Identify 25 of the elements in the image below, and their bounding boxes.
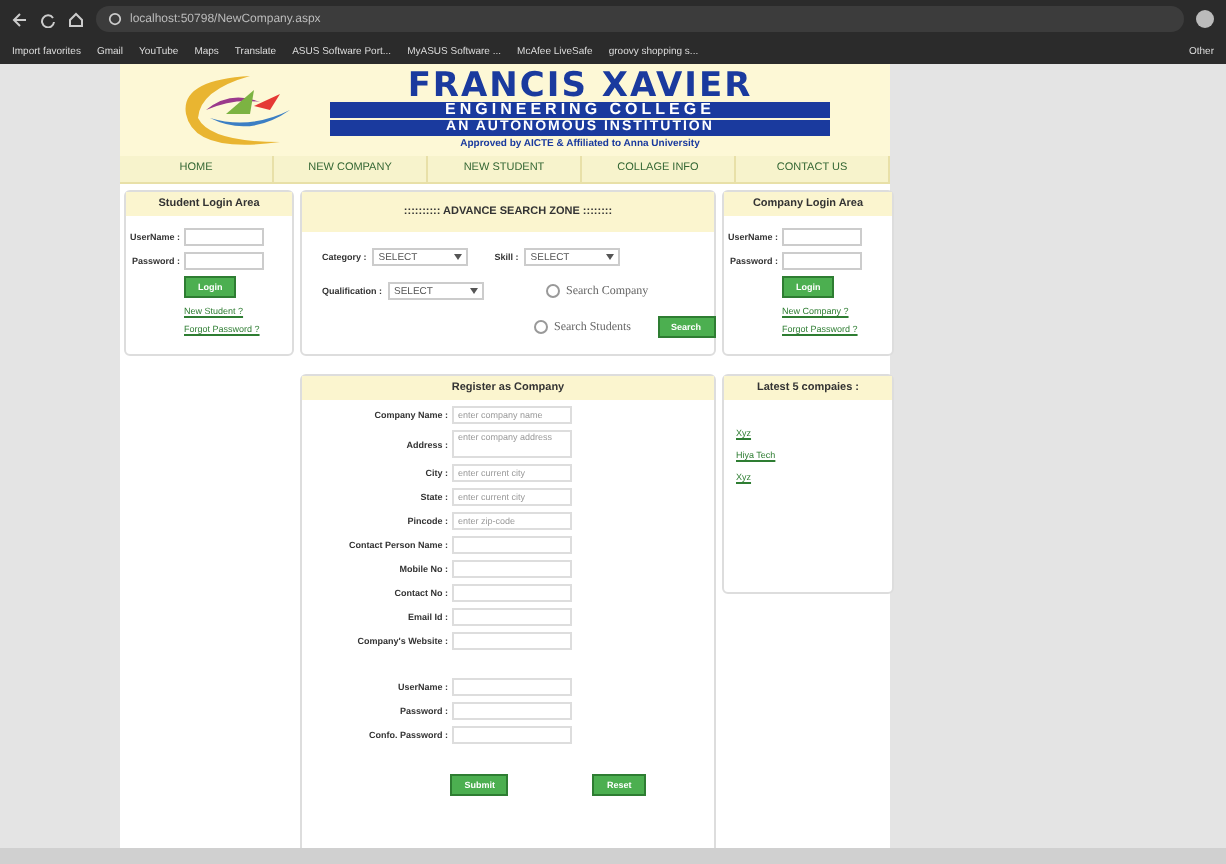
input-field[interactable] — [782, 228, 862, 246]
input-field[interactable] — [452, 632, 572, 650]
caret-icon — [454, 254, 463, 260]
radio-button[interactable] — [546, 284, 561, 298]
input-field[interactable] — [452, 536, 572, 554]
input-field[interactable] — [184, 252, 264, 270]
input-field[interactable] — [452, 726, 572, 744]
input-field[interactable] — [184, 228, 264, 246]
caret-icon — [606, 254, 615, 260]
input-field[interactable] — [452, 702, 572, 720]
input-field[interactable] — [782, 252, 862, 270]
input-field[interactable] — [452, 560, 572, 578]
home-icon[interactable] — [68, 11, 84, 27]
input-field[interactable] — [452, 678, 572, 696]
input-field[interactable] — [452, 584, 572, 602]
info-icon — [108, 12, 122, 26]
horizontal-scrollbar[interactable] — [0, 848, 1226, 864]
college-subtitle: ENGINEERING COLLEGE — [330, 102, 830, 118]
college-name: FRANCIS XAVIER — [407, 70, 753, 102]
input-field[interactable] — [452, 608, 572, 626]
profile-icon[interactable] — [1196, 10, 1214, 28]
refresh-icon[interactable] — [40, 11, 56, 27]
radio-button[interactable] — [534, 320, 548, 334]
caret-icon — [470, 288, 479, 294]
back-icon[interactable] — [12, 11, 28, 27]
